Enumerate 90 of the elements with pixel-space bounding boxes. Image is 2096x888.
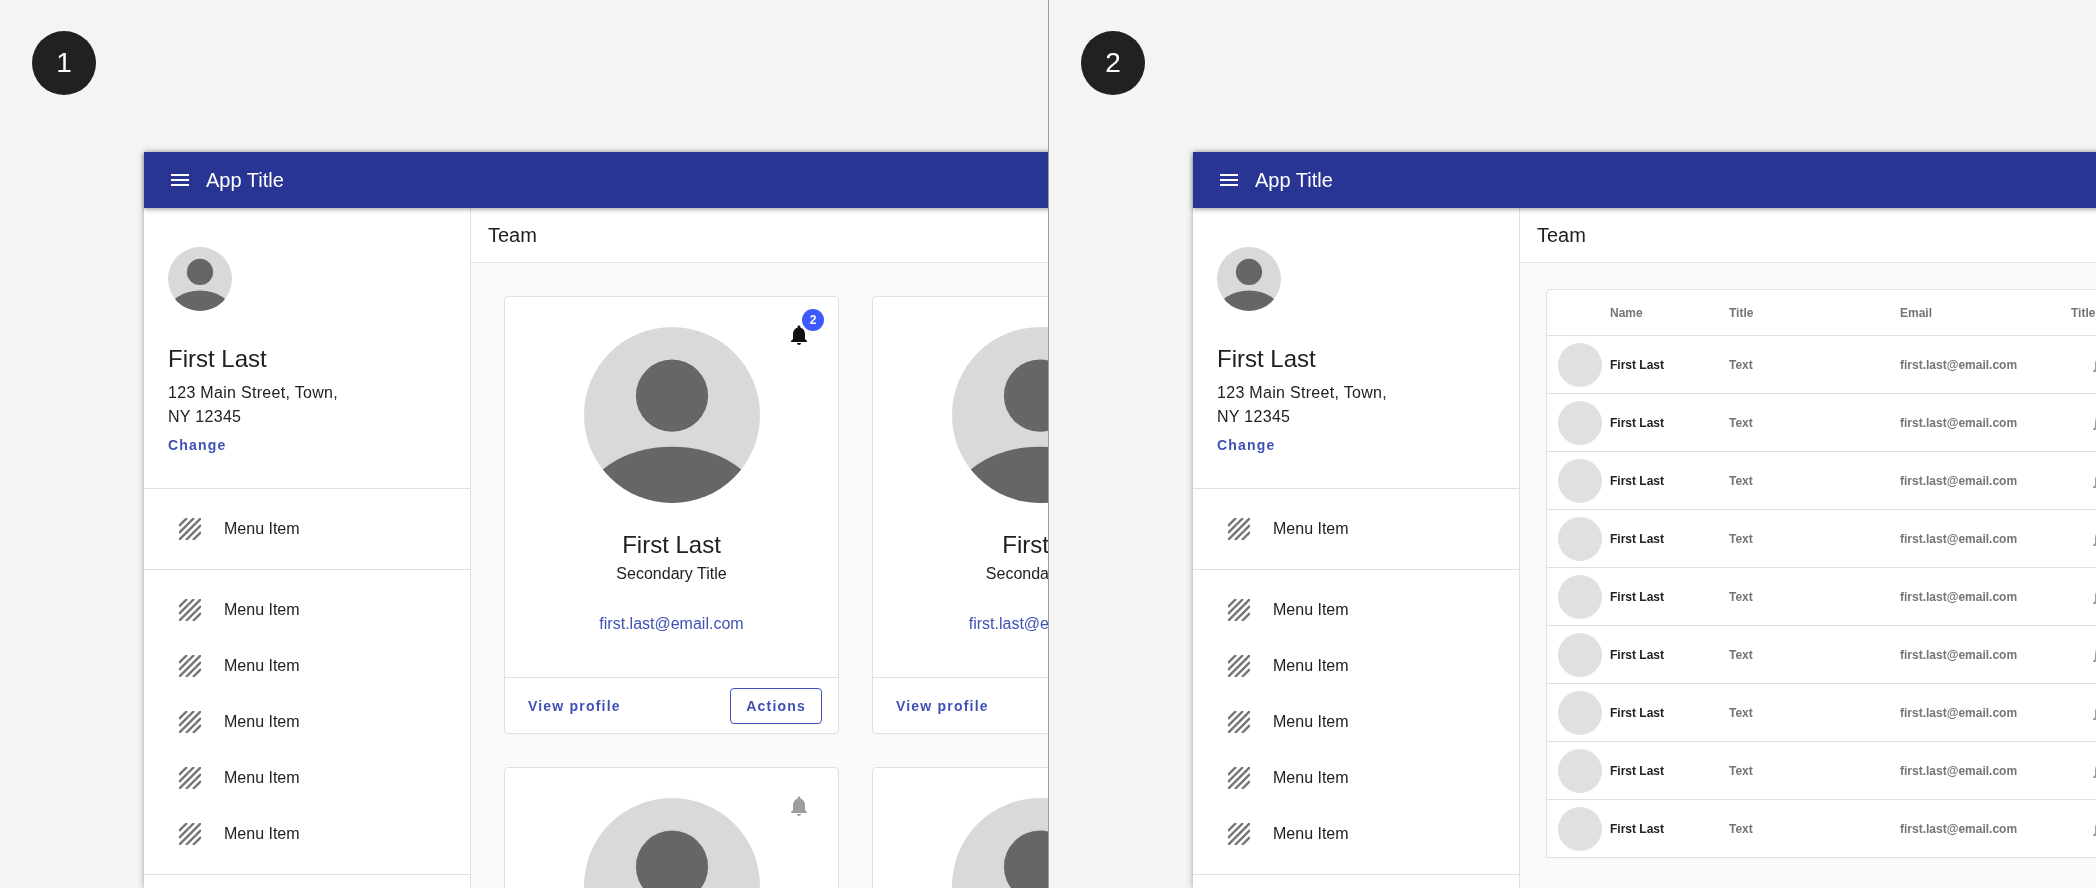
table-cell-text: first.last@email.com [1900,589,2019,604]
table-cell-text: First Last [1610,589,1665,604]
view-profile-link[interactable]: View profile [896,697,989,714]
table-cell-text: Text [1729,531,1754,546]
person-name: First [1001,530,1048,560]
avatar-icon [1558,342,1602,387]
stripes-icon [1228,711,1250,733]
stripes-icon [179,711,201,733]
stripes-icon [179,518,201,540]
table-cell-text: first.last@email.com [1900,647,2019,662]
menu-icon[interactable] [171,174,189,186]
menu-item[interactable]: Menu Item [1193,806,1519,862]
table-cell-text: First Last [1610,647,1665,662]
table-cell-text: First Last [1610,821,1665,836]
view-profile-link[interactable]: View profile [528,697,621,714]
email-link[interactable]: first.last@email.com [599,613,744,635]
page-title: Team [471,208,1048,263]
avatar-icon [1217,247,1281,311]
avatar-icon [583,327,760,503]
table-cell-text: first.last@email.com [1900,473,2019,488]
table-cell-text: First Last [1610,705,1665,720]
table-cell-text: First Last [1610,763,1665,778]
table-cell-text: Text [1729,763,1754,778]
avatar-icon [1558,806,1602,851]
column-header[interactable]: Name [1610,305,1729,320]
stripes-icon [1228,518,1250,540]
stripes-icon [179,823,201,845]
menu-item[interactable]: Menu Item [144,694,470,750]
menu-item[interactable]: Menu Item [1193,750,1519,806]
stripes-icon [179,599,201,621]
menu-item[interactable]: Menu Item [144,582,470,638]
change-link[interactable]: Change [1217,435,1276,455]
table-cell-text: First Last [1610,357,1665,372]
avatar-icon [1558,632,1602,677]
stripes-icon [1228,655,1250,677]
menu-item[interactable]: Menu Item [144,501,470,557]
table-cell-text: first.last@email.com [1900,763,2019,778]
app-title: App Title [206,168,284,192]
table-cell-text: First Last [1610,531,1665,546]
address-text: 123 Main Street, Town, NY 12345 [1217,383,1387,427]
table-cell-text: first.last@email.com [1900,357,2019,372]
table-cell-text: Text [1729,647,1754,662]
avatar-icon [1558,516,1602,561]
menu-item[interactable]: Menu Item [1193,638,1519,694]
avatar-icon [1558,690,1602,735]
secondary-title: Secondary Title [616,564,727,584]
stripes-icon [1228,767,1250,789]
table-cell-text: Text [1729,821,1754,836]
email-link[interactable]: first.last@e [873,613,1048,635]
avatar-icon [1558,400,1602,445]
address-text: 123 Main Street, Town, NY 12345 [168,383,338,427]
table-cell-text: First Last [1610,415,1665,430]
column-header[interactable]: Email [1900,305,2071,320]
avatar-icon [1558,574,1602,619]
table-cell-text: Text [1729,357,1754,372]
menu-item[interactable]: Menu Item [144,806,470,862]
table-cell-text: first.last@email.com [1900,415,2019,430]
stripes-icon [179,767,201,789]
menu-icon[interactable] [1220,174,1238,186]
table-cell-text: first.last@email.com [1900,821,2019,836]
stripes-icon [1228,599,1250,621]
table-cell-text: first.last@email.com [1900,531,2019,546]
table-cell-text: Text [1729,473,1754,488]
menu-item[interactable]: Menu Item [1193,694,1519,750]
table-cell-text: First Last [1610,473,1665,488]
column-header[interactable]: Title [1729,305,1900,320]
menu-item[interactable]: Menu Item [144,750,470,806]
menu-item[interactable]: Menu Item [1193,501,1519,557]
menu-item[interactable]: Menu Item [144,638,470,694]
menu-item[interactable]: Menu Item [1193,582,1519,638]
app-title: App Title [1255,168,1333,192]
step-badge: 1 [32,31,96,95]
actions-button[interactable]: Actions [730,687,822,724]
table-cell-text: Text [1729,589,1754,604]
person-name: First Last [622,530,721,560]
user-name: First Last [168,344,267,374]
table-cell-text: first.last@email.com [1900,705,2019,720]
notification-badge: 2 [802,309,824,331]
page-title: Team [1520,208,2096,263]
table-cell-text: Text [1729,415,1754,430]
change-link[interactable]: Change [168,435,227,455]
avatar-icon [168,247,232,311]
avatar-icon [1558,748,1602,793]
step-badge: 2 [1081,31,1145,95]
user-name: First Last [1217,344,1316,374]
column-header[interactable]: Title [2071,305,2096,320]
table-cell-text: Text [1729,705,1754,720]
stripes-icon [179,655,201,677]
stripes-icon [1228,823,1250,845]
avatar-icon [1558,458,1602,503]
